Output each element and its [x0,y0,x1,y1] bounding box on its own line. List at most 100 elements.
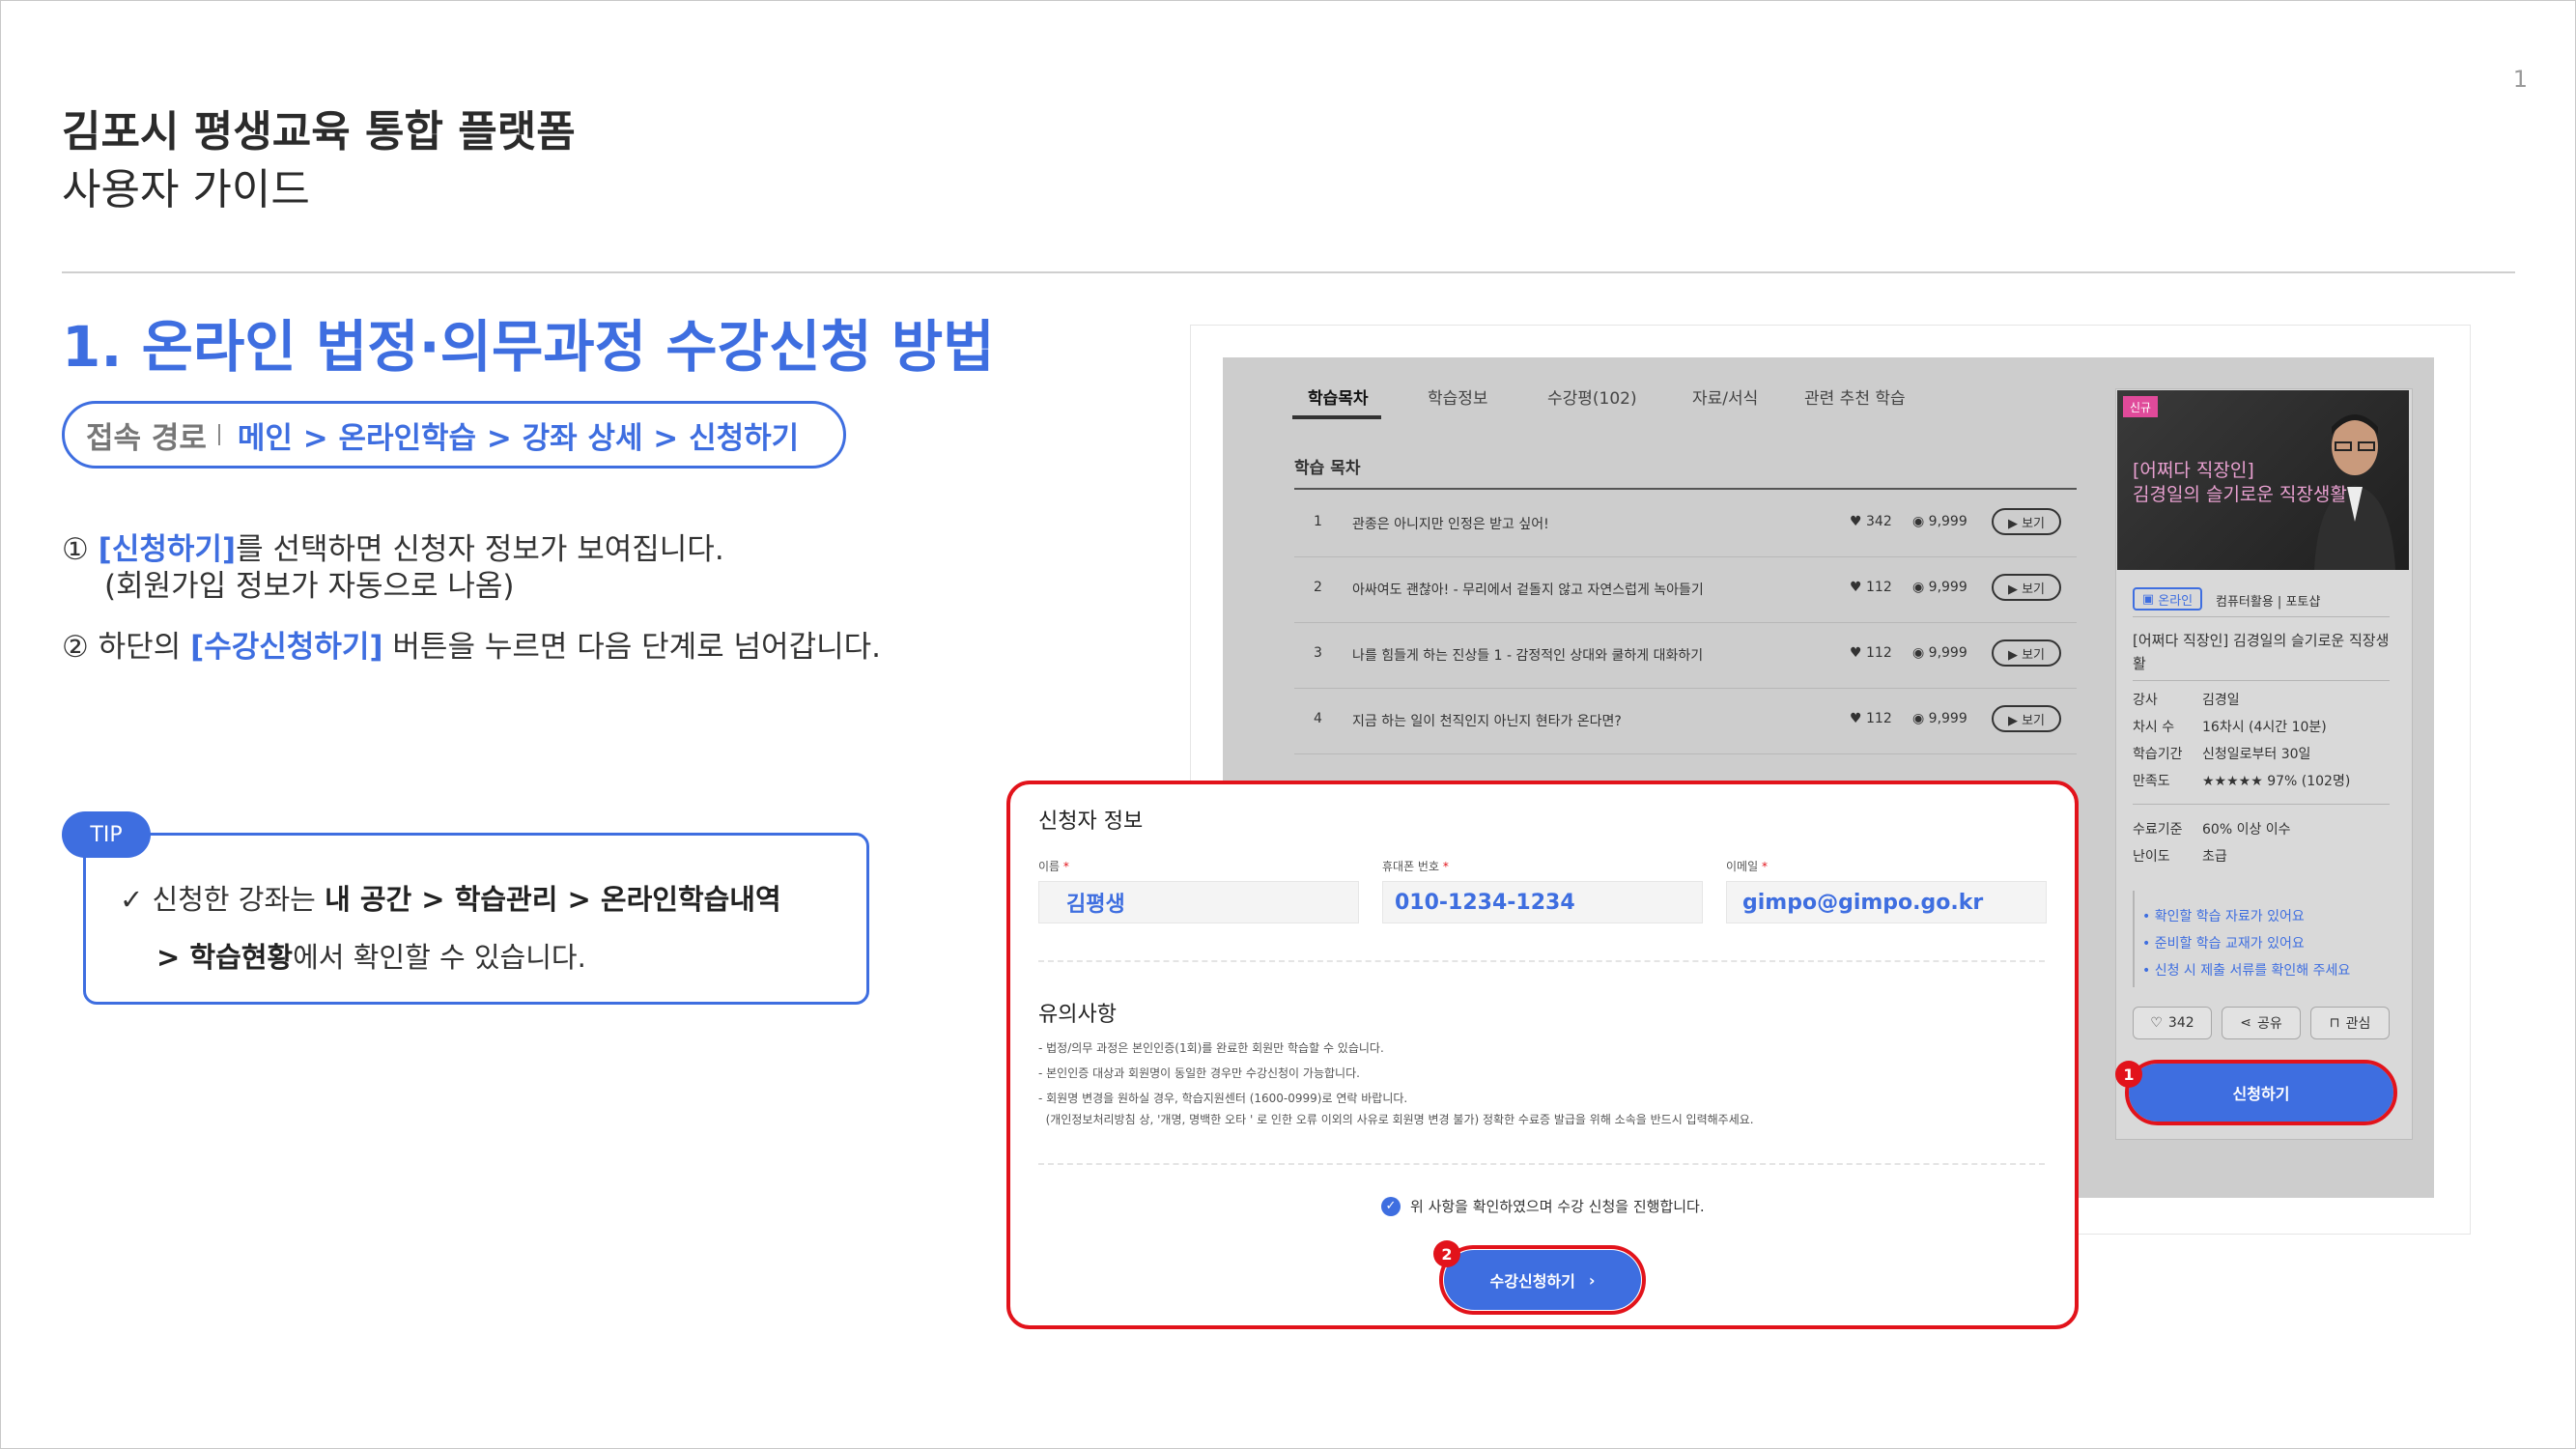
info-value: 신청일로부터 30일 [2202,747,2311,762]
info-label: 차시 수 [2133,720,2175,735]
side-divider [2133,680,2390,681]
play-button[interactable]: ▶ 보기 [1992,508,2061,535]
like-button[interactable]: ♡ 342 [2133,1007,2212,1039]
step-text: 버튼을 누르면 다음 단계로 넘어갑니다. [382,630,881,665]
phone-label: 휴대폰 번호 * [1382,860,1449,873]
email-label: 이메일 * [1726,860,1768,873]
thumbnail-title-2: 김경일의 슬기로운 직장생활 [2133,484,2347,505]
views-count: ◉ 9,999 [1912,580,1967,595]
note-link[interactable]: • 신청 시 제출 서류를 확인해 주세요 [2142,960,2350,980]
route-path: 메인 > 온라인학습 > 강좌 상세 > 신청하기 [237,420,800,456]
info-value: 김경일 [2202,693,2240,708]
document-title: 김포시 평생교육 통합 플랫폼 [62,107,576,156]
toc-divider [1294,488,2077,490]
step-1-note: (회원가입 정보가 자동으로 나옴) [104,569,515,604]
popup-divider [1038,960,2045,962]
popup-divider [1038,1163,2045,1165]
thumbnail-title-1: [어쩌다 직장인] [2133,460,2254,481]
submit-highlight [1439,1245,1646,1315]
name-label: 이름 * [1038,860,1069,873]
lesson-row: 1 관종은 아니지만 인정은 받고 싶어! ♥ 342 ◉ 9,999 ▶ 보기 [1294,491,2077,557]
bookmark-button[interactable]: ⊓ 관심 [2310,1007,2390,1039]
step-marker-2: 2 [1433,1240,1460,1267]
likes-count: ♥ 112 [1850,711,1892,726]
tip-box [83,833,869,1005]
step-pre: 하단의 [98,630,191,665]
lesson-row: 3 나를 힘들게 하는 진상들 1 - 감정적인 상대와 쿨하게 대화하기 ♥ … [1294,622,2077,689]
tip-badge: TIP [62,811,151,858]
tab-related[interactable]: 관련 추천 학습 [1804,384,1906,409]
check-icon: ✓ [120,883,144,916]
notice-line: (개인정보처리방침 상, '개명, 명백한 오타 ' 로 인한 오류 이외의 사… [1038,1113,1754,1126]
step-highlight: [수강신청하기] [190,630,383,665]
step-marker: ① [62,532,89,567]
notice-line: - 본인인증 대상과 회원명이 동일한 경우만 수강신청이 가능합니다. [1038,1066,1360,1080]
lesson-row: 4 지금 하는 일이 천직인지 아닌지 현타가 온다면? ♥ 112 ◉ 9,9… [1294,688,2077,754]
rating-value: ★★★★★ 97% (102명) [2202,774,2351,789]
apply-highlight [2125,1060,2397,1125]
side-divider [2133,616,2390,617]
active-tab-indicator [1292,415,1381,419]
tab-info[interactable]: 학습정보 [1428,384,1488,409]
step-highlight: [신청하기] [98,532,237,567]
likes-count: ♥ 342 [1850,514,1892,529]
step-marker-1: 1 [2115,1061,2142,1088]
tab-toc[interactable]: 학습목차 [1308,384,1369,409]
info-value: 16차시 (4시간 10분) [2202,720,2327,735]
step-1: ① [신청하기]를 선택하면 신청자 정보가 보여집니다. [62,531,724,568]
side-divider [2133,804,2390,805]
online-tag: ▣ 온라인 [2133,587,2202,611]
play-button[interactable]: ▶ 보기 [1992,705,2061,732]
heart-icon: ♡ [2150,1015,2163,1031]
toc-title: 학습 목차 [1294,459,1361,478]
course-title: [어쩌다 직장인] 김경일의 슬기로운 직장생 [2133,632,2390,649]
course-title-cont: 활 [2133,655,2146,672]
tip-line-1: ✓ 신청한 강좌는 내 공간 > 학습관리 > 온라인학습내역 [120,883,781,916]
document-subtitle: 사용자 가이드 [62,165,310,214]
lesson-row: 2 아싸여도 괜찮아! - 무리에서 겉돌지 않고 자연스럽게 녹아들기 ♥ 1… [1294,556,2077,623]
step-2: ② 하단의 [수강신청하기] 버튼을 누르면 다음 단계로 넘어갑니다. [62,629,881,666]
note-link[interactable]: • 확인할 학습 자료가 있어요 [2142,906,2305,925]
info-label: 난이도 [2133,849,2170,865]
info-value: 60% 이상 이수 [2202,822,2291,838]
phone-field[interactable]: 010-1234-1234 [1382,881,1703,923]
route-label: 접속 경로 [86,420,207,456]
tab-materials[interactable]: 자료/서식 [1692,384,1758,409]
name-field[interactable]: 김평생 [1038,881,1359,923]
info-value: 초급 [2202,849,2227,865]
step-text: 를 선택하면 신청자 정보가 보여집니다. [236,532,724,567]
info-label: 학습기간 [2133,747,2183,762]
share-button[interactable]: ⋖ 공유 [2222,1007,2301,1039]
views-count: ◉ 9,999 [1912,514,1967,529]
section-title: 1. 온라인 법정·의무과정 수강신청 방법 [62,314,995,380]
info-label: 만족도 [2133,774,2170,789]
notice-line: - 회원명 변경을 원하실 경우, 학습지원센터 (1600-0999)로 연락… [1038,1092,1408,1105]
header-divider [62,271,2515,273]
share-icon: ⋖ [2240,1015,2251,1031]
access-route: 접속 경로 메인 > 온라인학습 > 강좌 상세 > 신청하기 [62,401,846,469]
agree-checkbox-row[interactable]: ✓ 위 사항을 확인하였으며 수강 신청을 진행합니다. [1381,1196,1705,1216]
views-count: ◉ 9,999 [1912,645,1967,661]
bookmark-icon: ⊓ [2329,1015,2340,1031]
play-button[interactable]: ▶ 보기 [1992,574,2061,601]
likes-count: ♥ 112 [1850,645,1892,661]
note-link[interactable]: • 준비할 학습 교재가 있어요 [2142,933,2305,952]
new-badge: 신규 [2123,396,2158,417]
notice-line: - 법정/의무 과정은 본인인증(1회)를 완료한 회원만 학습할 수 있습니다… [1038,1041,1384,1055]
popup-title: 신청자 정보 [1038,810,1144,834]
route-divider [217,424,220,445]
course-categories: 컴퓨터활용 | 포토샵 [2216,595,2321,610]
monitor-icon: ▣ [2141,591,2159,607]
likes-count: ♥ 112 [1850,580,1892,595]
play-button[interactable]: ▶ 보기 [1992,639,2061,667]
notice-title: 유의사항 [1038,1003,1117,1027]
info-label: 수료기준 [2133,822,2183,838]
views-count: ◉ 9,999 [1912,711,1967,726]
tip-line-2: > 학습현황에서 확인할 수 있습니다. [156,941,586,974]
check-icon[interactable]: ✓ [1381,1196,1401,1216]
agree-label: 위 사항을 확인하였으며 수강 신청을 진행합니다. [1410,1198,1705,1215]
email-field[interactable]: gimpo@gimpo.go.kr [1726,881,2047,923]
tab-reviews[interactable]: 수강평(102) [1547,384,1637,409]
info-label: 강사 [2133,693,2158,708]
step-marker: ② [62,630,89,665]
